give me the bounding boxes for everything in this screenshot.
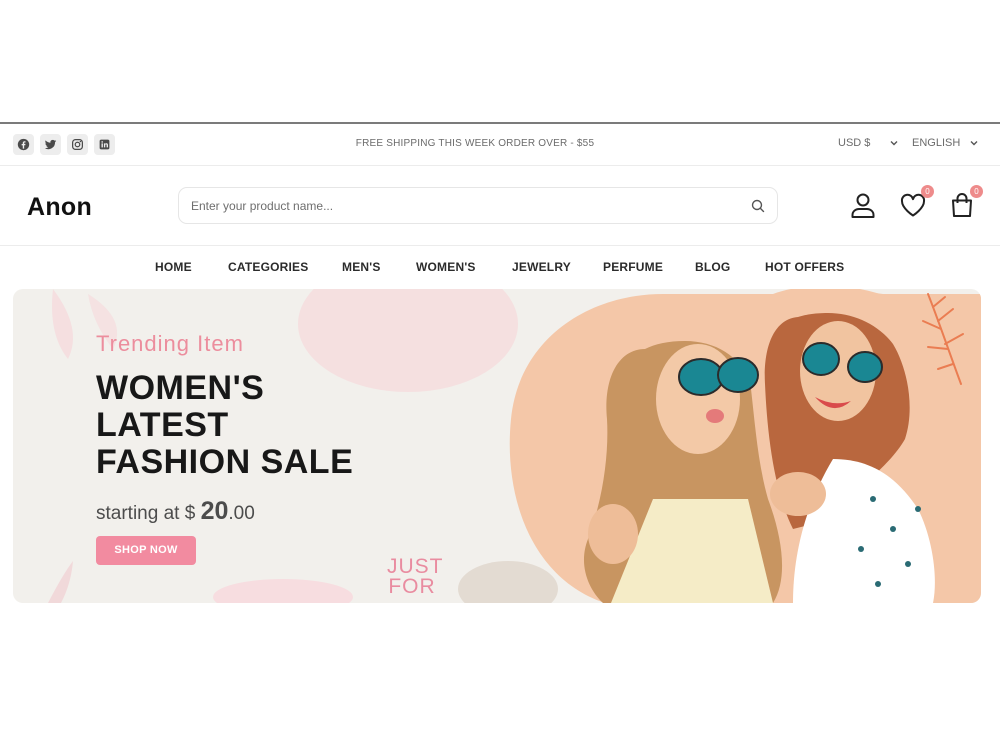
nav-item-hot-offers[interactable]: HOT OFFERS <box>765 260 844 274</box>
wishlist-count-badge: 0 <box>921 185 934 198</box>
top-bar: FREE SHIPPING THIS WEEK ORDER OVER - $55… <box>0 124 1000 166</box>
banner-title-line: LATEST <box>96 406 229 444</box>
banner-title-line: WOMEN'S <box>96 369 265 407</box>
search-icon[interactable] <box>750 198 766 214</box>
logo[interactable]: Anon <box>27 193 92 222</box>
banner-decor-text: JUST FOR <box>387 555 444 598</box>
nav-item-categories[interactable]: CATEGORIES <box>228 260 308 274</box>
nav-item-blog[interactable]: BLOG <box>695 260 730 274</box>
page: FREE SHIPPING THIS WEEK ORDER OVER - $55… <box>0 0 1000 750</box>
nav-item-home[interactable]: HOME <box>155 260 192 274</box>
hero-banner: Trending Item WOMEN'S LATEST FASHION SAL… <box>13 289 981 603</box>
search-bar <box>178 187 778 224</box>
shop-now-button[interactable]: SHOP NOW <box>96 536 196 565</box>
shipping-banner: FREE SHIPPING THIS WEEK ORDER OVER - $55 <box>355 138 595 149</box>
language-select[interactable]: ENGLISH <box>912 137 960 149</box>
nav-item-perfume[interactable]: PERFUME <box>603 260 663 274</box>
nav-item-mens[interactable]: MEN'S <box>342 260 381 274</box>
nav-item-jewelry[interactable]: JEWELRY <box>512 260 571 274</box>
header: Anon 0 0 <box>0 166 1000 246</box>
nav-item-womens[interactable]: WOMEN'S <box>416 260 476 274</box>
price-prefix: starting at $ <box>96 503 201 524</box>
price-amount: 20 <box>200 497 229 525</box>
cart-count-badge: 0 <box>970 185 983 198</box>
banner-price: starting at $ 20.00 <box>96 497 255 526</box>
search-input[interactable] <box>191 197 731 215</box>
banner-subtitle: Trending Item <box>96 331 244 356</box>
chevron-down-icon[interactable] <box>889 138 899 148</box>
main-nav: HOME CATEGORIES MEN'S WOMEN'S JEWELRY PE… <box>0 246 1000 288</box>
currency-select[interactable]: USD $ <box>838 137 870 149</box>
user-icon[interactable] <box>848 190 878 220</box>
chevron-down-icon[interactable] <box>969 138 979 148</box>
banner-title-line: FASHION SALE <box>96 443 354 481</box>
price-cents: .00 <box>228 503 255 524</box>
